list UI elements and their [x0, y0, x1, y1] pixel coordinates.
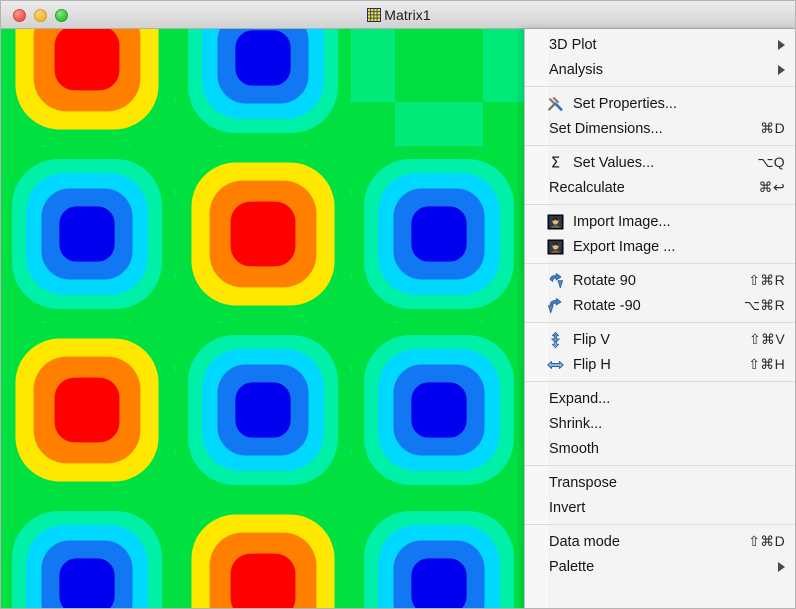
menu-item-shrink[interactable]: Shrink... — [525, 411, 796, 436]
menu-item-shortcut: ⇧⌘D — [748, 533, 785, 550]
menu-item-smooth[interactable]: Smooth — [525, 436, 796, 461]
menu-item-expand[interactable]: Expand... — [525, 386, 796, 411]
window-title: Matrix1 — [384, 7, 431, 23]
menu-item-3d-plot[interactable]: 3D Plot — [525, 32, 796, 57]
menu-item-shortcut: ⌥Q — [757, 154, 785, 171]
menu-item-shortcut: ⌘↩ — [759, 179, 785, 196]
matrix-context-menu[interactable]: 3D Plot Analysis Set Properties... Set Dime… — [524, 29, 796, 609]
menu-item-label: Recalculate — [549, 180, 625, 196]
menu-item-analysis[interactable]: Analysis — [525, 57, 796, 82]
menu-item-label: Expand... — [549, 391, 610, 407]
menu-item-recalculate[interactable]: Recalculate ⌘↩ — [525, 175, 796, 200]
menu-item-label: Shrink... — [549, 416, 602, 432]
menu-item-set-properties[interactable]: Set Properties... — [525, 91, 796, 116]
tools-icon — [547, 95, 564, 112]
menu-item-shortcut: ⇧⌘V — [749, 331, 785, 348]
menu-item-data-mode[interactable]: Data mode ⇧⌘D — [525, 529, 796, 554]
menu-item-shortcut: ⌥⌘R — [744, 297, 785, 314]
rotate-cw-icon — [547, 272, 564, 289]
menu-item-set-values[interactable]: ΣSet Values... ⌥Q — [525, 150, 796, 175]
menu-item-palette[interactable]: Palette — [525, 554, 796, 579]
matrix-window: Matrix1 3D Plot Analysis Set Properties...… — [0, 0, 796, 609]
menu-item-transpose[interactable]: Transpose — [525, 470, 796, 495]
menu-item-rotate-90[interactable]: Rotate -90⌥⌘R — [525, 293, 796, 318]
menu-item-label: Set Dimensions... — [549, 121, 663, 137]
submenu-arrow-icon — [778, 562, 785, 572]
menu-separator — [525, 145, 796, 146]
menu-item-label: Smooth — [549, 441, 599, 457]
menu-item-label: Data mode — [549, 534, 620, 550]
portrait-image-icon — [547, 238, 564, 255]
submenu-arrow-icon — [778, 40, 785, 50]
menu-item-label: Transpose — [549, 475, 617, 491]
menu-item-shortcut: ⇧⌘H — [748, 356, 785, 373]
menu-item-set-dimensions[interactable]: Set Dimensions... ⌘D — [525, 116, 796, 141]
menu-item-label: Import Image... — [549, 214, 671, 230]
menu-item-label: Set Values... — [549, 155, 654, 171]
flip-vertical-icon — [547, 331, 564, 348]
menu-separator — [525, 204, 796, 205]
menu-separator — [525, 263, 796, 264]
submenu-arrow-icon — [778, 65, 785, 75]
menu-item-label: Set Properties... — [549, 96, 677, 112]
menu-separator — [525, 322, 796, 323]
menu-items-container: 3D Plot Analysis Set Properties... Set Dime… — [525, 29, 796, 579]
rotate-ccw-icon — [547, 297, 564, 314]
menu-separator — [525, 465, 796, 466]
portrait-image-icon — [547, 213, 564, 230]
menu-item-flip-v[interactable]: Flip V⇧⌘V — [525, 327, 796, 352]
menu-item-flip-h[interactable]: Flip H⇧⌘H — [525, 352, 796, 377]
menu-item-label: Analysis — [549, 62, 603, 78]
matrix-grid-icon — [367, 8, 381, 22]
window-titlebar: Matrix1 — [1, 1, 796, 29]
menu-item-label: Invert — [549, 500, 585, 516]
menu-item-label: Palette — [549, 559, 594, 575]
menu-item-invert[interactable]: Invert — [525, 495, 796, 520]
menu-separator — [525, 86, 796, 87]
menu-item-rotate-90[interactable]: Rotate 90⇧⌘R — [525, 268, 796, 293]
menu-item-export-image[interactable]: Export Image ... — [525, 234, 796, 259]
menu-item-label: 3D Plot — [549, 37, 597, 53]
menu-separator — [525, 381, 796, 382]
sigma-icon: Σ — [547, 154, 564, 171]
window-title-group: Matrix1 — [1, 1, 796, 29]
menu-item-label: Export Image ... — [549, 239, 675, 255]
menu-item-shortcut: ⌘D — [760, 120, 785, 137]
menu-separator — [525, 524, 796, 525]
menu-item-shortcut: ⇧⌘R — [748, 272, 785, 289]
menu-item-import-image[interactable]: Import Image... — [525, 209, 796, 234]
flip-horizontal-icon — [547, 356, 564, 373]
